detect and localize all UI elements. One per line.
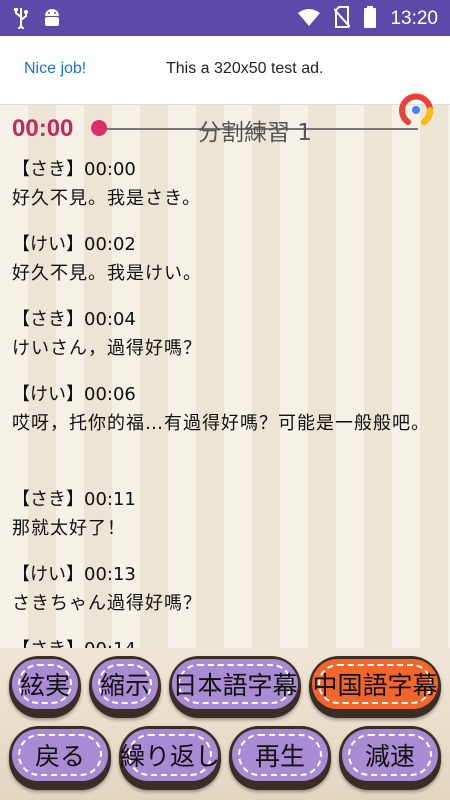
script-entry[interactable]: 【さき】00:14	[12, 636, 444, 648]
button-label: 減速	[364, 742, 415, 771]
line-text: 那就太好了！	[12, 518, 126, 539]
speaker-label: 【けい】	[12, 234, 84, 255]
wifi-icon	[298, 8, 321, 30]
speaker-label: 【さき】	[12, 309, 84, 330]
button-label: 再生	[254, 742, 305, 771]
script-entry[interactable]: 【さき】00:00 好久不見。我是さき。	[12, 156, 444, 214]
android-icon	[42, 7, 62, 33]
script-entry[interactable]: 【けい】00:02 好久不見。我是けい。	[12, 231, 444, 289]
button-label: 戻る	[34, 742, 85, 771]
progress-knob[interactable]	[91, 120, 107, 136]
usb-icon	[14, 7, 28, 33]
battery-icon	[364, 6, 377, 32]
timestamp: 00:00	[84, 159, 136, 180]
ad-left-text[interactable]: Nice job!	[24, 60, 86, 78]
timestamp: 00:06	[84, 384, 136, 405]
shukuji-button[interactable]: 縮示	[89, 656, 161, 718]
script-list[interactable]: 【さき】00:00 好久不見。我是さき。 【けい】00:02 好久不見。我是けい…	[0, 154, 450, 648]
play-button[interactable]: 再生	[229, 726, 331, 790]
line-text: さきちゃん過得好嗎？	[12, 593, 202, 614]
elapsed-time: 00:00	[12, 115, 74, 142]
speaker-label: 【さき】	[12, 159, 84, 180]
timestamp: 00:14	[84, 639, 136, 648]
japanese-subtitle-button[interactable]: 日本語字幕	[169, 656, 301, 718]
button-label: 縮示	[99, 671, 150, 700]
repeat-button[interactable]: 繰り返し	[119, 726, 221, 790]
script-entry[interactable]: 【けい】00:13 さきちゃん過得好嗎？	[12, 561, 444, 619]
script-entry[interactable]: 【けい】00:06 哎呀，托你的福…有過得好嗎？可能是一般般吧。	[12, 381, 444, 439]
timestamp: 00:04	[84, 309, 136, 330]
button-label: 繰り返し	[120, 742, 221, 771]
speaker-label: 【けい】	[12, 564, 84, 585]
speaker-label: 【さき】	[12, 639, 84, 648]
timestamp: 00:11	[84, 489, 136, 510]
slow-down-button[interactable]: 減速	[339, 726, 441, 790]
player-header: 00:00 分割練習 1	[0, 104, 450, 154]
back-button[interactable]: 戻る	[9, 726, 111, 790]
no-sim-icon	[333, 6, 352, 32]
status-time: 13:20	[390, 8, 438, 29]
speaker-label: 【さき】	[12, 489, 84, 510]
lesson-title: 分割練習 1	[198, 120, 312, 146]
script-entry[interactable]: 【さき】00:04 けいさん，過得好嗎？	[12, 306, 444, 364]
button-label: 日本語字幕	[172, 671, 298, 700]
button-label: 絃実	[19, 671, 70, 700]
button-label: 中国語字幕	[312, 671, 438, 700]
status-bar: 13:20	[0, 0, 450, 36]
timestamp: 00:02	[84, 234, 136, 255]
script-entry[interactable]: 【さき】00:11 那就太好了！	[12, 486, 444, 544]
chinese-subtitle-button[interactable]: 中国語字幕	[309, 656, 441, 718]
line-text: けいさん，過得好嗎？	[12, 338, 202, 359]
speaker-label: 【けい】	[12, 384, 84, 405]
jitsumei-button[interactable]: 絃実	[9, 656, 81, 718]
line-text: 好久不見。我是さき。	[12, 188, 202, 209]
ad-center-text: This a 320x50 test ad.	[166, 60, 324, 77]
ad-banner[interactable]: Nice job! This a 320x50 test ad.	[0, 36, 450, 125]
control-panel: 絃実 縮示 日本語字幕 中国語字幕 戻る 繰り返し 再生 減速	[0, 648, 450, 800]
line-text: 好久不見。我是けい。	[12, 263, 202, 284]
timestamp: 00:13	[84, 564, 136, 585]
line-text: 哎呀，托你的福…有過得好嗎？可能是一般般吧。	[12, 413, 430, 434]
